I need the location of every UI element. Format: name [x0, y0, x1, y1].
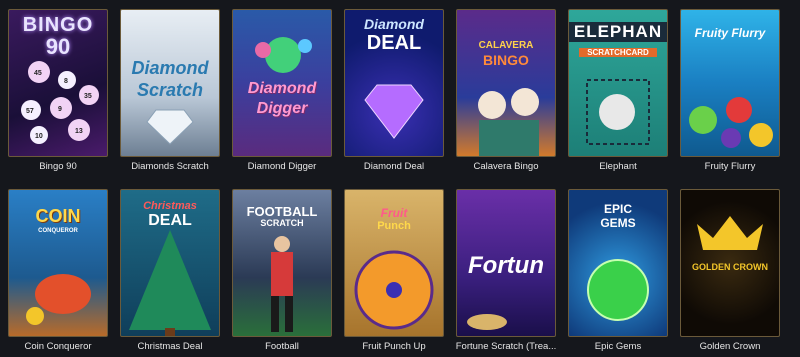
diamond-icon	[364, 84, 424, 139]
game-title[interactable]: Christmas Deal	[114, 341, 226, 352]
game-tile-bingo-90[interactable]: BINGO 90 45 8 35 57 9 10 13 Bingo 90	[8, 0, 108, 172]
ball-number: 10	[35, 133, 43, 140]
game-thumbnail[interactable]: ELEPHAN SCRATCHCARD	[568, 9, 668, 157]
game-tile-epic-gems[interactable]: EPIC GEMS Epic Gems	[568, 180, 668, 352]
treasure-art	[467, 314, 507, 330]
game-thumbnail[interactable]: FOOTBALL SCRATCH	[232, 189, 332, 337]
ball-number: 9	[58, 106, 62, 113]
football-player-art	[271, 236, 293, 332]
christmas-tree-art	[129, 230, 211, 336]
game-thumbnail[interactable]: Diamond Digger	[232, 9, 332, 157]
game-title[interactable]: Diamonds Scratch	[114, 161, 226, 172]
skull-characters-art	[478, 88, 539, 156]
game-thumbnail[interactable]: COIN CONQUEROR	[8, 189, 108, 337]
game-thumbnail[interactable]: Fruit Punch	[344, 189, 444, 337]
game-thumbnail[interactable]: BINGO 90 45 8 35 57 9 10 13	[8, 9, 108, 157]
ball-number: 35	[84, 93, 92, 100]
game-title[interactable]: Fruity Flurry	[674, 161, 786, 172]
game-tile-diamond-digger[interactable]: Diamond Digger Diamond Digger	[232, 0, 332, 172]
game-title[interactable]: Bingo 90	[2, 161, 114, 172]
game-tile-calavera-bingo[interactable]: CALAVERA BINGO Calavera Bingo	[456, 0, 556, 172]
game-thumbnail[interactable]: Christmas DEAL	[120, 189, 220, 337]
game-title[interactable]: Elephant	[562, 161, 674, 172]
game-title[interactable]: Fortune Scratch (Trea...	[450, 341, 562, 352]
bingo-ball-numbers: 45 8 35 57 9 10 13	[26, 70, 92, 140]
ball-number: 45	[34, 70, 42, 77]
elephant-art	[586, 79, 650, 145]
game-logo: Diamond	[247, 80, 317, 97]
game-tile-coin-conqueror[interactable]: COIN CONQUEROR Coin Conqueror	[8, 180, 108, 352]
dragon-art	[26, 274, 91, 325]
game-thumbnail[interactable]: Diamond Scratch	[120, 9, 220, 157]
ball-number: 13	[75, 128, 83, 135]
game-tile-diamond-deal[interactable]: Diamond DEAL Diamond Deal	[344, 0, 444, 172]
game-title[interactable]: Diamond Deal	[338, 161, 450, 172]
game-thumbnail[interactable]: Fortun	[456, 189, 556, 337]
game-title[interactable]: Epic Gems	[562, 341, 674, 352]
game-title[interactable]: Coin Conqueror	[2, 341, 114, 352]
ball-number: 8	[64, 78, 68, 85]
game-tile-diamonds-scratch[interactable]: Diamond Scratch Diamonds Scratch	[120, 0, 220, 172]
game-thumbnail[interactable]: EPIC GEMS	[568, 189, 668, 337]
game-grid: BINGO 90 45 8 35 57 9 10 13 Bingo 90 Dia…	[8, 0, 792, 357]
game-tile-fruity-flurry[interactable]: Fruity Flurry Fruity Flurry	[680, 0, 780, 172]
diamond-icon	[146, 109, 194, 145]
game-thumbnail[interactable]: GOLDEN CROWN	[680, 189, 780, 337]
game-tile-golden-crown[interactable]: GOLDEN CROWN Golden Crown	[680, 180, 780, 352]
prize-wheel-art	[354, 250, 434, 330]
game-tile-elephant[interactable]: ELEPHAN SCRATCHCARD Elephant	[568, 0, 668, 172]
game-thumbnail[interactable]: CALAVERA BINGO	[456, 9, 556, 157]
game-tile-christmas-deal[interactable]: Christmas DEAL Christmas Deal	[120, 180, 220, 352]
game-logo: GOLDEN CROWN	[692, 262, 768, 272]
game-title[interactable]: Fruit Punch Up	[338, 341, 450, 352]
ball-number: 57	[26, 108, 34, 115]
game-title[interactable]: Diamond Digger	[226, 161, 338, 172]
game-thumbnail[interactable]: Diamond DEAL	[344, 9, 444, 157]
green-gem-icon	[587, 259, 649, 321]
game-tile-fortune-scratch[interactable]: Fortun Fortune Scratch (Trea...	[456, 180, 556, 352]
game-logo: Digger	[256, 100, 308, 117]
game-tile-football[interactable]: FOOTBALL SCRATCH Football	[232, 180, 332, 352]
game-title[interactable]: Golden Crown	[674, 341, 786, 352]
game-title[interactable]: Football	[226, 341, 338, 352]
game-tile-fruit-punch-up[interactable]: Fruit Punch Fruit Punch Up	[344, 180, 444, 352]
fruit-art	[689, 97, 773, 148]
game-thumbnail[interactable]: Fruity Flurry	[680, 9, 780, 157]
game-title[interactable]: Calavera Bingo	[450, 161, 562, 172]
